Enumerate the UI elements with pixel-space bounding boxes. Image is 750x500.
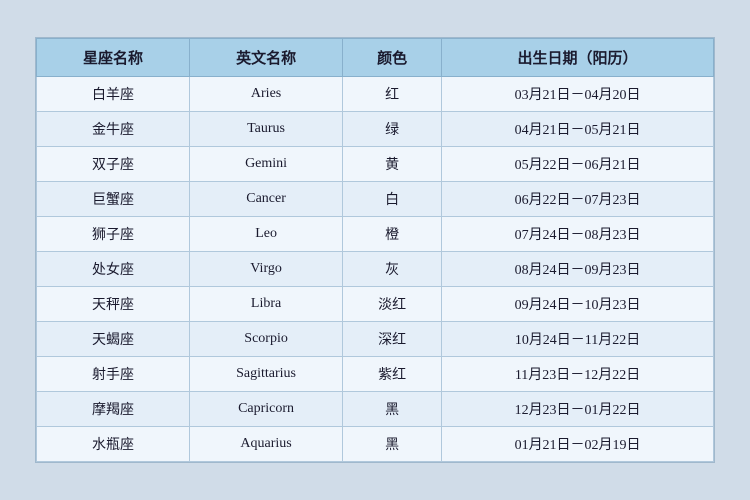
cell-chinese: 天蝎座 — [37, 322, 190, 357]
table-row: 处女座Virgo灰08月24日－09月23日 — [37, 252, 714, 287]
table-body: 白羊座Aries红03月21日－04月20日金牛座Taurus绿04月21日－0… — [37, 77, 714, 462]
cell-dates: 11月23日－12月22日 — [442, 357, 714, 392]
cell-english: Gemini — [190, 147, 343, 182]
table-row: 金牛座Taurus绿04月21日－05月21日 — [37, 112, 714, 147]
cell-chinese: 天秤座 — [37, 287, 190, 322]
cell-color: 黄 — [343, 147, 442, 182]
table-row: 天蝎座Scorpio深红10月24日－11月22日 — [37, 322, 714, 357]
cell-chinese: 摩羯座 — [37, 392, 190, 427]
cell-dates: 06月22日－07月23日 — [442, 182, 714, 217]
col-header-english: 英文名称 — [190, 39, 343, 77]
cell-color: 黑 — [343, 427, 442, 462]
cell-color: 紫红 — [343, 357, 442, 392]
table-row: 巨蟹座Cancer白06月22日－07月23日 — [37, 182, 714, 217]
cell-dates: 05月22日－06月21日 — [442, 147, 714, 182]
cell-dates: 04月21日－05月21日 — [442, 112, 714, 147]
cell-english: Virgo — [190, 252, 343, 287]
table-row: 白羊座Aries红03月21日－04月20日 — [37, 77, 714, 112]
cell-chinese: 巨蟹座 — [37, 182, 190, 217]
table-row: 水瓶座Aquarius黑01月21日－02月19日 — [37, 427, 714, 462]
cell-dates: 03月21日－04月20日 — [442, 77, 714, 112]
cell-english: Scorpio — [190, 322, 343, 357]
table-row: 射手座Sagittarius紫红11月23日－12月22日 — [37, 357, 714, 392]
cell-english: Cancer — [190, 182, 343, 217]
cell-color: 绿 — [343, 112, 442, 147]
col-header-color: 颜色 — [343, 39, 442, 77]
cell-english: Sagittarius — [190, 357, 343, 392]
table-row: 双子座Gemini黄05月22日－06月21日 — [37, 147, 714, 182]
cell-english: Libra — [190, 287, 343, 322]
cell-dates: 09月24日－10月23日 — [442, 287, 714, 322]
table-row: 天秤座Libra淡红09月24日－10月23日 — [37, 287, 714, 322]
zodiac-table: 星座名称 英文名称 颜色 出生日期（阳历） 白羊座Aries红03月21日－04… — [36, 38, 714, 462]
cell-dates: 01月21日－02月19日 — [442, 427, 714, 462]
cell-color: 深红 — [343, 322, 442, 357]
cell-color: 灰 — [343, 252, 442, 287]
cell-color: 黑 — [343, 392, 442, 427]
cell-chinese: 狮子座 — [37, 217, 190, 252]
cell-english: Leo — [190, 217, 343, 252]
cell-english: Capricorn — [190, 392, 343, 427]
cell-english: Aries — [190, 77, 343, 112]
cell-color: 白 — [343, 182, 442, 217]
cell-dates: 07月24日－08月23日 — [442, 217, 714, 252]
cell-chinese: 双子座 — [37, 147, 190, 182]
zodiac-table-container: 星座名称 英文名称 颜色 出生日期（阳历） 白羊座Aries红03月21日－04… — [35, 37, 715, 463]
cell-chinese: 处女座 — [37, 252, 190, 287]
cell-color: 红 — [343, 77, 442, 112]
cell-chinese: 白羊座 — [37, 77, 190, 112]
cell-color: 橙 — [343, 217, 442, 252]
cell-dates: 12月23日－01月22日 — [442, 392, 714, 427]
cell-chinese: 射手座 — [37, 357, 190, 392]
col-header-chinese: 星座名称 — [37, 39, 190, 77]
cell-color: 淡红 — [343, 287, 442, 322]
table-header-row: 星座名称 英文名称 颜色 出生日期（阳历） — [37, 39, 714, 77]
cell-chinese: 金牛座 — [37, 112, 190, 147]
cell-english: Aquarius — [190, 427, 343, 462]
cell-dates: 08月24日－09月23日 — [442, 252, 714, 287]
cell-dates: 10月24日－11月22日 — [442, 322, 714, 357]
cell-english: Taurus — [190, 112, 343, 147]
table-row: 狮子座Leo橙07月24日－08月23日 — [37, 217, 714, 252]
cell-chinese: 水瓶座 — [37, 427, 190, 462]
table-row: 摩羯座Capricorn黑12月23日－01月22日 — [37, 392, 714, 427]
col-header-dates: 出生日期（阳历） — [442, 39, 714, 77]
